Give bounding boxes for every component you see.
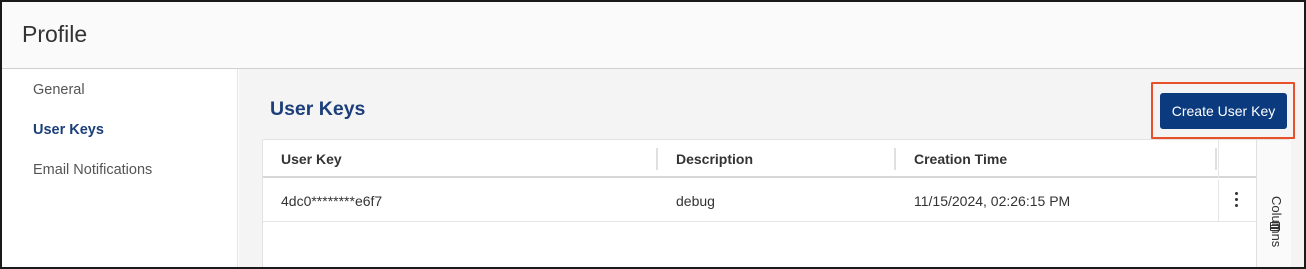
- row-actions-cell: [1218, 180, 1256, 222]
- column-header-creation-time[interactable]: Creation Time: [914, 151, 1007, 167]
- table-row[interactable]: 4dc0********e6f7 debug 11/15/2024, 02:26…: [263, 180, 1256, 222]
- column-header-description[interactable]: Description: [676, 151, 753, 167]
- header-action-cell: [1218, 140, 1256, 178]
- columns-side-panel: Columns: [1256, 140, 1291, 267]
- sidebar: General User Keys Email Notifications: [2, 69, 238, 267]
- column-header-user-key[interactable]: User Key: [281, 151, 342, 167]
- app-window: Profile General User Keys Email Notifica…: [0, 0, 1306, 269]
- column-resize-handle[interactable]: [656, 148, 658, 170]
- cell-creation-time: 11/15/2024, 02:26:15 PM: [914, 193, 1071, 209]
- cell-user-key: 4dc0********e6f7: [281, 193, 383, 209]
- main-content: User Keys Create User Key User Key Descr…: [239, 69, 1304, 267]
- column-resize-handle[interactable]: [894, 148, 896, 170]
- sidebar-item-user-keys[interactable]: User Keys: [33, 122, 104, 138]
- sidebar-item-email-notifications[interactable]: Email Notifications: [33, 162, 152, 178]
- section-title: User Keys: [270, 98, 366, 120]
- page-header: Profile: [2, 2, 1304, 69]
- table-header: User Key Description Creation Time: [263, 140, 1256, 178]
- page-title: Profile: [22, 21, 88, 47]
- user-keys-table: User Key Description Creation Time 4dc0*…: [262, 139, 1291, 267]
- create-button-highlight: Create User Key: [1151, 82, 1295, 139]
- create-user-key-button[interactable]: Create User Key: [1160, 93, 1287, 129]
- kebab-icon[interactable]: [1233, 192, 1239, 210]
- cell-description: debug: [676, 193, 715, 209]
- column-resize-handle[interactable]: [1215, 148, 1217, 170]
- columns-toggle-label: Columns: [1269, 196, 1284, 248]
- sidebar-item-general[interactable]: General: [33, 82, 85, 98]
